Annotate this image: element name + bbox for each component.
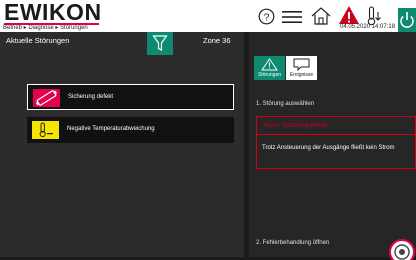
alarm-description: Trotz Ansteuerung der Ausgänge fließt ke… — [262, 145, 395, 151]
tab-ereignisse[interactable]: Ereignisse — [286, 56, 317, 80]
step-select-fault: 1. Störung auswählen — [256, 101, 315, 107]
warning-outline-icon — [261, 58, 278, 71]
step-open-fault-handling: 2. Fehlerbehandlung öffnen — [256, 240, 330, 246]
header-bar: EWIKON Betrieb ▸ Diagnose ▸ Störungen ? … — [0, 0, 416, 32]
fault-item-label: Negative Temperaturabweichung — [67, 126, 155, 132]
speech-bubble-icon — [293, 58, 310, 71]
alarm-title: Alarm: Sicherung defekt — [263, 123, 328, 129]
alarm-divider — [257, 134, 416, 135]
tab-label: Ereignisse — [289, 72, 314, 78]
tab-stoerungen[interactable]: Störungen — [254, 56, 285, 80]
help-icon[interactable]: ? — [258, 8, 275, 25]
power-icon — [400, 12, 414, 28]
tab-label: Störungen — [257, 72, 282, 78]
svg-text:?: ? — [264, 11, 270, 23]
alarm-warning-icon[interactable] — [338, 5, 360, 25]
filter-icon — [152, 35, 168, 51]
fault-item-fuse[interactable]: Sicherung defekt — [27, 84, 234, 110]
home-icon[interactable] — [311, 7, 331, 25]
fault-item-temperature[interactable]: Negative Temperaturabweichung — [27, 117, 234, 143]
faults-title: Aktuelle Störungen — [6, 36, 70, 45]
alarm-detail-box: Alarm: Sicherung defekt Trotz Ansteuerun… — [256, 116, 416, 169]
power-button[interactable] — [398, 8, 416, 32]
zone-label: Zone 36 — [203, 36, 231, 45]
menu-icon[interactable] — [282, 10, 302, 24]
temperature-icon[interactable] — [366, 6, 384, 26]
faults-panel — [0, 32, 244, 257]
fuse-icon — [33, 89, 60, 107]
date-time: 04.05.2020 14:07:18 — [340, 24, 396, 30]
thermometer-minus-icon — [32, 121, 59, 139]
breadcrumb[interactable]: Betrieb ▸ Diagnose ▸ Störungen — [3, 24, 88, 31]
fault-item-label: Sicherung defekt — [68, 94, 114, 100]
ewikon-logo: EWIKON — [4, 0, 102, 25]
filter-button[interactable] — [147, 32, 173, 55]
